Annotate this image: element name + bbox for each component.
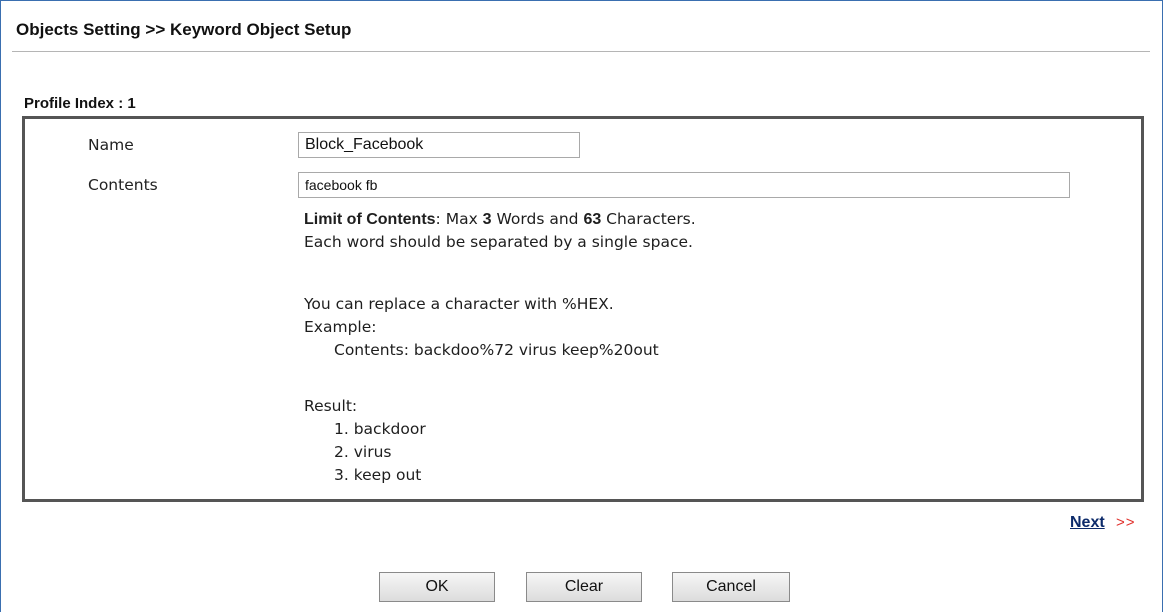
next-link[interactable]: Next	[1070, 514, 1105, 532]
example-contents: Contents: backdoo%72 virus keep%20out	[334, 341, 659, 359]
max-words-value: 3	[482, 211, 492, 228]
clear-button[interactable]: Clear	[526, 572, 642, 602]
separator-note: Each word should be separated by a singl…	[304, 233, 693, 251]
name-label: Name	[88, 136, 134, 154]
contents-field[interactable]	[298, 172, 1070, 198]
result-item: 1. backdoor	[334, 420, 426, 438]
example-label: Example:	[304, 318, 377, 336]
hex-replace-note: You can replace a character with %HEX.	[304, 295, 614, 313]
profile-index-label: Profile Index : 1	[24, 95, 136, 112]
ok-button[interactable]: OK	[379, 572, 495, 602]
next-arrows-icon[interactable]: >>	[1116, 514, 1136, 531]
limit-label: Limit of Contents	[304, 211, 436, 228]
contents-label: Contents	[88, 176, 158, 194]
contents-limit-note: Limit of Contents: Max 3 Words and 63 Ch…	[304, 209, 696, 230]
cancel-button[interactable]: Cancel	[672, 572, 790, 602]
result-label: Result:	[304, 397, 358, 415]
max-chars-value: 63	[583, 211, 602, 228]
page-title: Objects Setting >> Keyword Object Setup	[16, 20, 352, 39]
limit-text-2: Words and	[491, 210, 584, 228]
limit-text-1: : Max	[435, 210, 483, 228]
title-divider	[12, 51, 1150, 52]
name-field[interactable]	[298, 132, 580, 158]
limit-text-3: Characters.	[601, 210, 696, 228]
result-item: 3. keep out	[334, 466, 422, 484]
result-item: 2. virus	[334, 443, 392, 461]
